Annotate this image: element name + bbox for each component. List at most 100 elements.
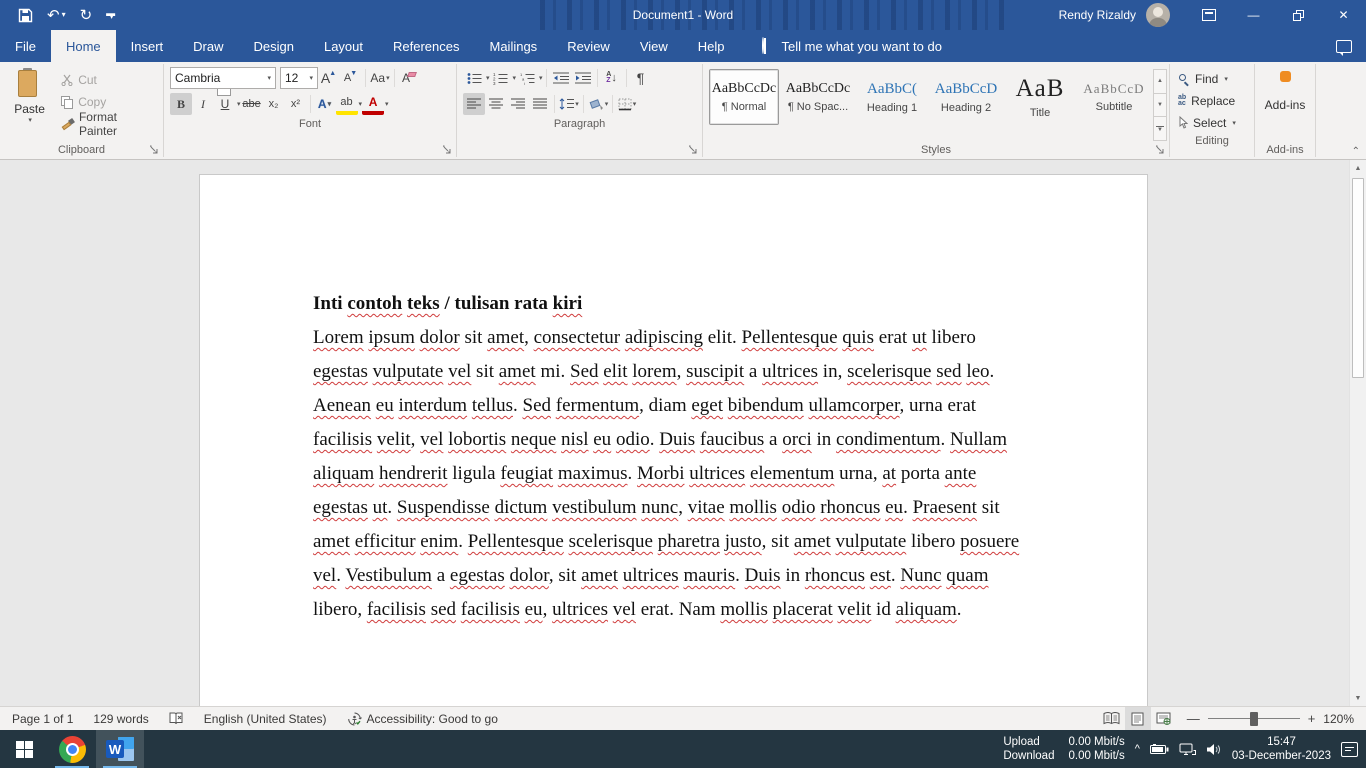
misspelled-word[interactable]: leo [966,361,989,382]
misspelled-word[interactable]: dictum [495,497,548,518]
shading-dropdown-icon[interactable]: ▾ [605,100,609,108]
numbering-button[interactable]: 123 [490,67,512,89]
taskbar-word-button[interactable]: W [96,730,144,768]
misspelled-word[interactable]: justo [725,531,762,552]
misspelled-word[interactable]: Pellentesque [742,327,838,348]
misspelled-word[interactable]: vel [448,361,471,382]
misspelled-word[interactable]: nisl [561,429,588,450]
tab-view[interactable]: View [625,30,683,62]
tell-me-box[interactable]: Tell me what you want to do [762,30,942,62]
misspelled-word[interactable]: ultrices [552,599,608,620]
undo-dropdown-icon[interactable]: ▾ [62,11,66,19]
misspelled-word[interactable]: dolor [420,327,460,348]
word-count[interactable]: 129 words [83,707,158,730]
misspelled-word[interactable]: odio [782,497,816,518]
font-color-button[interactable]: A [362,93,384,115]
find-dropdown-icon[interactable]: ▾ [1224,75,1228,83]
document-heading[interactable]: Inti contoh teks / tulisan rata kiri [313,287,1035,321]
collapse-ribbon-button[interactable]: ⌃ [1352,146,1360,157]
font-name-combobox[interactable]: Cambria▾ [170,67,276,89]
battery-tray-button[interactable] [1150,744,1169,755]
zoom-level[interactable]: 120% [1323,712,1354,726]
tab-layout[interactable]: Layout [309,30,378,62]
save-icon[interactable] [18,8,33,23]
close-button[interactable]: ✕ [1321,0,1366,30]
accessibility-status[interactable]: Accessibility: Good to go [337,707,508,730]
misspelled-word[interactable]: amet [794,531,831,552]
borders-button[interactable]: ▾ [616,93,638,115]
volume-tray-button[interactable] [1206,743,1222,756]
misspelled-word[interactable]: condimentum [836,429,940,450]
minimize-button[interactable]: — [1231,0,1276,30]
show-hide-marks-button[interactable]: ¶ [630,67,652,89]
shrink-font-button[interactable]: A▼ [340,67,362,89]
increase-indent-button[interactable] [572,67,594,89]
misspelled-word[interactable]: vestibulum [552,497,636,518]
document-paragraph[interactable]: Lorem ipsum dolor sit amet, consectetur … [313,321,1035,627]
misspelled-word[interactable]: facilisis [367,599,426,620]
misspelled-word[interactable]: elementum [750,463,834,484]
style-heading-1[interactable]: AaBbC( Heading 1 [857,69,927,125]
misspelled-word[interactable]: facilisis [313,429,372,450]
misspelled-word[interactable]: est [870,565,891,586]
misspelled-word[interactable]: vulputate [836,531,907,552]
font-color-dropdown-icon[interactable]: ▾ [385,100,389,108]
italic-button[interactable]: I [192,93,214,115]
misspelled-word[interactable]: mollis [729,497,777,518]
misspelled-word[interactable]: amet [313,531,350,552]
network-speed-widget[interactable]: Upload0.00 Mbit/s Download0.00 Mbit/s [1003,736,1124,763]
restore-button[interactable] [1276,0,1321,30]
select-dropdown-icon[interactable]: ▾ [1232,119,1236,127]
misspelled-word[interactable]: dolor [510,565,549,586]
misspelled-word[interactable]: vitae [688,497,725,518]
misspelled-word[interactable]: vel [420,429,443,450]
misspelled-word[interactable]: mollis [720,599,768,620]
misspelled-word[interactable]: orci [782,429,812,450]
font-size-dropdown-icon[interactable]: ▾ [309,74,313,82]
misspelled-word[interactable]: Duis [745,565,781,586]
cut-button[interactable]: Cut [57,70,161,90]
tab-references[interactable]: References [378,30,474,62]
misspelled-word[interactable]: eu [593,429,611,450]
misspelled-word[interactable]: bibendum [728,395,804,416]
undo-button[interactable]: ↶▾ [47,8,66,23]
borders-dropdown-icon[interactable]: ▾ [633,100,637,108]
zoom-slider-handle[interactable] [1250,712,1258,726]
underline-button[interactable]: U [214,93,236,115]
misspelled-word[interactable]: Duis [659,429,695,450]
misspelled-word[interactable]: vel [613,599,636,620]
misspelled-word[interactable]: nunc [641,497,678,518]
scrollbar-down-icon[interactable]: ▼ [1350,690,1366,706]
multilevel-list-button[interactable]: 1ai [516,67,538,89]
bold-button[interactable]: B [170,93,192,115]
misspelled-word[interactable]: rhoncus [805,565,865,586]
misspelled-word[interactable]: scelerisque [569,531,653,552]
font-name-dropdown-icon[interactable]: ▾ [267,74,271,82]
misspelled-word[interactable]: eu [525,599,543,620]
format-painter-button[interactable]: Format Painter [57,114,161,134]
styles-scroll-up-button[interactable]: ▲ [1154,70,1166,94]
misspelled-word[interactable]: pharetra [658,531,720,552]
proofing-status[interactable] [159,707,194,730]
text-effects-button[interactable]: A▾ [314,93,336,115]
misspelled-word[interactable]: lobortis [448,429,506,450]
misspelled-word[interactable]: amet [487,327,524,348]
misspelled-word[interactable]: mauris [683,565,735,586]
misspelled-word[interactable]: suscipit [686,361,744,382]
styles-scroll-down-button[interactable]: ▼ [1154,94,1166,118]
misspelled-word[interactable]: elit [603,361,627,382]
scrollbar-thumb[interactable] [1352,178,1364,378]
misspelled-word[interactable]: vulputate [373,361,444,382]
superscript-button[interactable]: x² [285,93,307,115]
replace-button[interactable]: abac Replace [1178,91,1252,110]
text-highlight-button[interactable]: ab [336,93,358,115]
misspelled-word[interactable]: consectetur [534,327,621,348]
misspelled-word[interactable]: Aenean [313,395,371,416]
taskbar-chrome-button[interactable] [48,730,96,768]
addins-button[interactable]: Add-ins [1257,65,1313,141]
multilevel-list-dropdown-icon[interactable]: ▾ [539,74,543,82]
grow-font-button[interactable]: A▲ [318,67,340,89]
misspelled-word[interactable]: eget [691,395,723,416]
misspelled-word[interactable]: egestas [313,361,368,382]
paste-button[interactable]: Paste ▾ [2,65,57,141]
